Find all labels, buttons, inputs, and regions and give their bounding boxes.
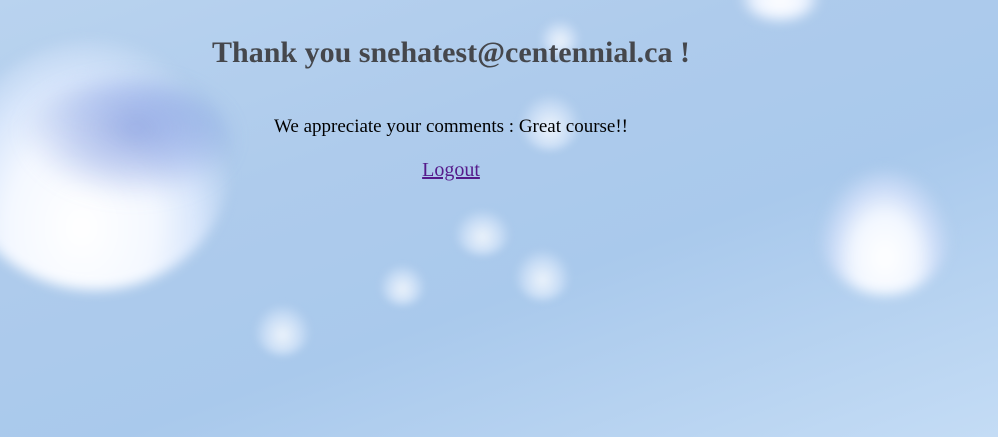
water-drop-decoration (455, 210, 510, 255)
water-drop-decoration (515, 250, 570, 300)
message-label: We appreciate your comments : (273, 116, 519, 137)
page-title: Thank you snehatest@centennial.ca ! (0, 36, 902, 70)
logout-container: Logout (0, 159, 902, 182)
water-drop-decoration (255, 305, 310, 355)
confirmation-message: We appreciate your comments : Great cour… (0, 116, 902, 138)
title-prefix: Thank you (212, 36, 359, 69)
water-drop-decoration (820, 170, 950, 295)
water-drop-decoration (740, 0, 820, 20)
user-email: snehatest@centennial.ca (358, 36, 673, 69)
water-drop-decoration (20, 80, 230, 200)
submitted-comment: Great course!! (518, 116, 629, 137)
logout-link[interactable]: Logout (422, 159, 480, 181)
water-drop-decoration (380, 265, 425, 305)
title-suffix: ! (672, 36, 690, 69)
